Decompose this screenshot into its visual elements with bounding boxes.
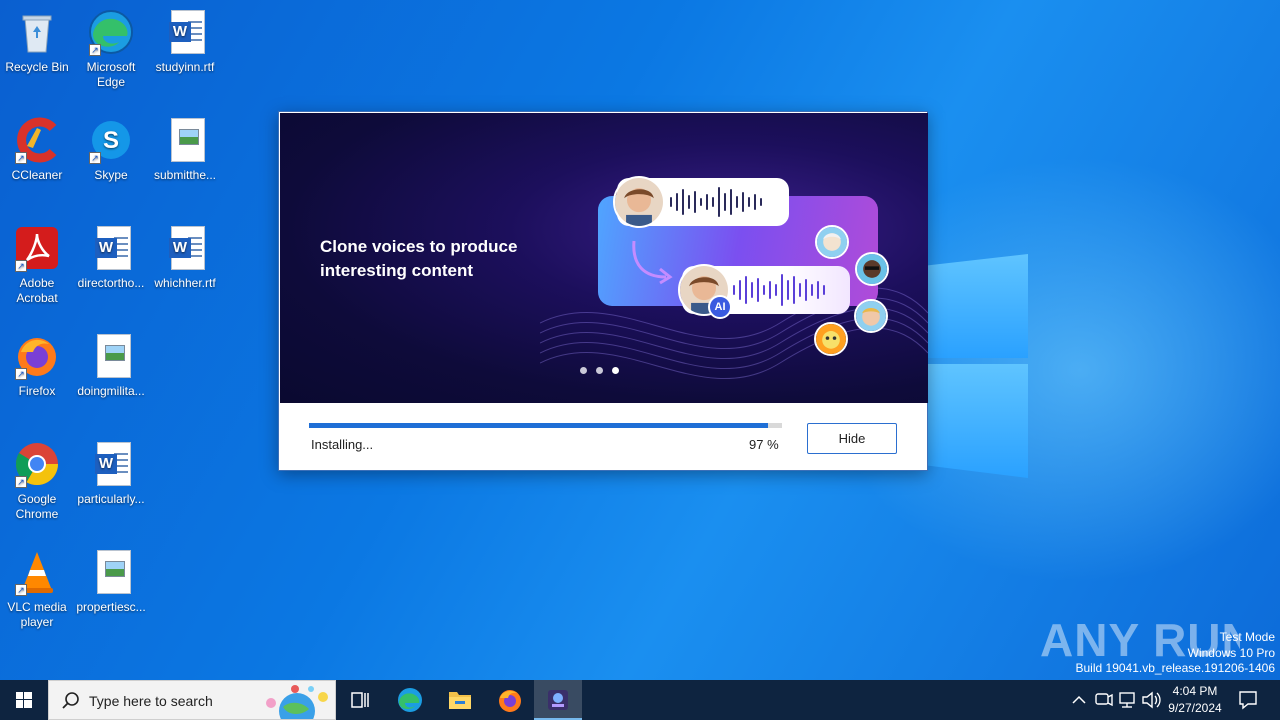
desktop-icon-propertiesc[interactable]: propertiesc... — [74, 548, 148, 615]
word-document-icon: W — [87, 440, 135, 488]
windows-start-icon — [16, 692, 32, 708]
carousel-dot-active[interactable] — [612, 367, 619, 374]
chevron-up-icon — [1072, 695, 1086, 704]
install-status-label: Installing... — [311, 437, 374, 452]
image-file-icon — [87, 548, 135, 596]
task-view-button[interactable] — [336, 680, 384, 720]
taskbar-installer-button[interactable] — [534, 680, 582, 720]
install-progress-bar — [309, 423, 782, 428]
banner-headline: Clone voices to produce interesting cont… — [320, 237, 518, 280]
original-speaker-avatar — [613, 176, 665, 228]
skype-icon: S ↗ — [87, 116, 135, 164]
install-progress-fill — [309, 423, 768, 428]
vlc-icon: ↗ — [13, 548, 61, 596]
show-hidden-icons-button[interactable] — [1068, 680, 1090, 720]
clock-date: 9/27/2024 — [1168, 701, 1222, 715]
shortcut-arrow-icon: ↗ — [89, 44, 101, 56]
recycle-bin-icon — [13, 8, 61, 56]
meet-now-icon — [1095, 693, 1113, 707]
chrome-icon: ↗ — [13, 440, 61, 488]
install-percent-label: 97 % — [749, 437, 779, 452]
carousel-dot[interactable] — [580, 367, 587, 374]
svg-text:S: S — [103, 127, 119, 154]
taskbar-file-explorer-button[interactable] — [436, 680, 484, 720]
volume-button[interactable] — [1140, 680, 1162, 720]
desktop-icon-vlc[interactable]: ↗ VLC media player — [0, 548, 74, 630]
word-document-icon: W — [87, 224, 135, 272]
desktop-icon-firefox[interactable]: ↗ Firefox — [0, 332, 74, 399]
ai-waveform-icon — [733, 274, 825, 306]
shortcut-arrow-icon: ↗ — [15, 152, 27, 164]
word-document-icon: W — [161, 8, 209, 56]
firefox-icon: ↗ — [13, 332, 61, 380]
desktop-icon-chrome[interactable]: ↗ Google Chrome — [0, 440, 74, 522]
desktop-icon-doingmilita[interactable]: doingmilita... — [74, 332, 148, 399]
build-label: Build 19041.vb_release.191206-1406 — [1075, 661, 1276, 675]
installer-window: Clone voices to produce interesting cont… — [278, 111, 928, 471]
taskbar-search-box[interactable]: Type here to search — [48, 680, 336, 720]
voice-avatar-1 — [815, 225, 849, 259]
desktop-icon-studyinn[interactable]: W studyinn.rtf — [148, 8, 222, 75]
search-highlight-art-icon — [266, 685, 328, 719]
desktop-icon-whichher[interactable]: W whichher.rtf — [148, 224, 222, 291]
carousel-dots — [580, 361, 628, 379]
task-view-icon — [351, 692, 369, 708]
search-placeholder: Type here to search — [89, 693, 213, 709]
test-mode-info: Test Mode Windows 10 Pro Build 19041.vb_… — [1076, 630, 1276, 677]
ccleaner-icon: ↗ — [13, 116, 61, 164]
desktop-icon-ccleaner[interactable]: ↗ CCleaner — [0, 116, 74, 183]
promo-banner: Clone voices to produce interesting cont… — [280, 113, 928, 403]
hide-button[interactable]: Hide — [807, 423, 897, 454]
voice-avatar-4 — [814, 322, 848, 356]
firefox-icon — [499, 690, 521, 712]
shortcut-arrow-icon: ↗ — [15, 584, 27, 596]
conversion-arrow-icon — [632, 240, 673, 285]
clock-time: 4:04 PM — [1172, 684, 1218, 698]
shortcut-arrow-icon: ↗ — [15, 368, 27, 380]
start-button[interactable] — [0, 680, 48, 720]
installer-app-icon — [548, 690, 568, 710]
taskbar-clock[interactable]: 4:04 PM 9/27/2024 — [1160, 683, 1230, 717]
notification-icon — [1239, 691, 1257, 710]
desktop-icon-particularly[interactable]: W particularly... — [74, 440, 148, 507]
action-center-button[interactable] — [1236, 680, 1260, 720]
file-explorer-icon — [449, 692, 471, 709]
shortcut-arrow-icon: ↗ — [15, 476, 27, 488]
volume-icon — [1142, 691, 1161, 709]
edge-icon: ↗ — [87, 8, 135, 56]
ai-badge: AI — [708, 295, 732, 319]
image-file-icon — [161, 116, 209, 164]
shortcut-arrow-icon: ↗ — [15, 260, 27, 272]
image-file-icon — [87, 332, 135, 380]
desktop-icon-edge[interactable]: ↗ Microsoft Edge — [74, 8, 148, 90]
test-mode-label: Test Mode — [1219, 630, 1275, 644]
shortcut-arrow-icon: ↗ — [89, 152, 101, 164]
word-document-icon: W — [161, 224, 209, 272]
windows-logo-wallpaper — [918, 238, 1030, 482]
edge-icon — [398, 688, 422, 712]
voice-avatar-2 — [855, 252, 889, 286]
voice-avatar-3 — [854, 299, 888, 333]
search-icon — [62, 692, 79, 709]
waveform-icon — [670, 187, 762, 217]
acrobat-icon: ↗ — [13, 224, 61, 272]
windows-edition-label: Windows 10 Pro — [1187, 645, 1275, 660]
network-icon — [1119, 692, 1135, 708]
desktop-icon-submitthe[interactable]: submitthe... — [148, 116, 222, 183]
taskbar: Type here to search 4:04 PM 9/27/2024 — [0, 680, 1280, 720]
desktop-icon-acrobat[interactable]: ↗ Adobe Acrobat — [0, 224, 74, 306]
meet-now-button[interactable] — [1092, 680, 1114, 720]
desktop-icon-recycle-bin[interactable]: Recycle Bin — [0, 8, 74, 75]
desktop-icon-skype[interactable]: S ↗ Skype — [74, 116, 148, 183]
taskbar-edge-button[interactable] — [386, 680, 434, 720]
desktop-icon-directortho[interactable]: W directortho... — [74, 224, 148, 291]
taskbar-firefox-button[interactable] — [486, 680, 534, 720]
carousel-dot[interactable] — [596, 367, 603, 374]
network-button[interactable] — [1116, 680, 1138, 720]
